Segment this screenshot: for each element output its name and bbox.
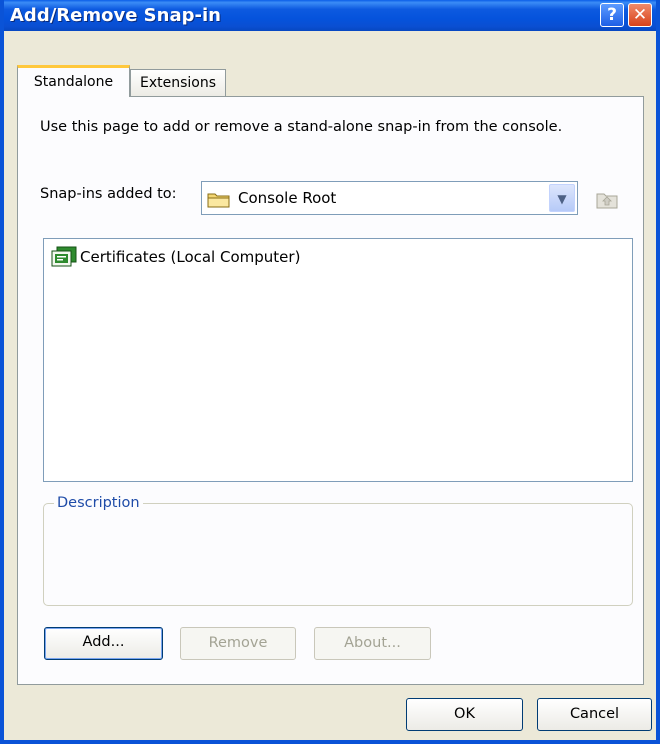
chevron-down-icon[interactable]: ▼ [549, 184, 575, 212]
combo-selected-value: Console Root [238, 189, 337, 207]
help-button[interactable]: ? [600, 3, 624, 27]
folder-icon [207, 193, 230, 208]
description-group: Description [43, 495, 633, 606]
window-title: Add/Remove Snap-in [10, 5, 221, 26]
intro-text: Use this page to add or remove a stand-a… [40, 119, 563, 135]
add-button[interactable]: Add... [44, 627, 163, 660]
about-button[interactable]: About... [314, 627, 431, 660]
snapins-added-to-combo[interactable]: Console Root ▼ [201, 181, 578, 215]
tab-standalone[interactable]: Standalone [17, 65, 130, 97]
list-item[interactable]: Certificates (Local Computer) [50, 246, 300, 268]
snapins-list[interactable]: Certificates (Local Computer) [43, 238, 633, 482]
close-button[interactable]: ✕ [628, 3, 652, 27]
up-one-level-folder-icon[interactable] [595, 190, 619, 210]
certificates-icon [51, 246, 77, 267]
list-item-label: Certificates (Local Computer) [80, 248, 301, 266]
snapins-added-to-label: Snap-ins added to: [40, 186, 177, 202]
description-label: Description [54, 495, 143, 511]
cancel-button[interactable]: Cancel [537, 698, 652, 731]
title-bar[interactable]: Add/Remove Snap-in ? ✕ [4, 0, 656, 31]
ok-button[interactable]: OK [406, 698, 523, 731]
remove-button[interactable]: Remove [180, 627, 296, 660]
tab-extensions[interactable]: Extensions [130, 69, 226, 96]
